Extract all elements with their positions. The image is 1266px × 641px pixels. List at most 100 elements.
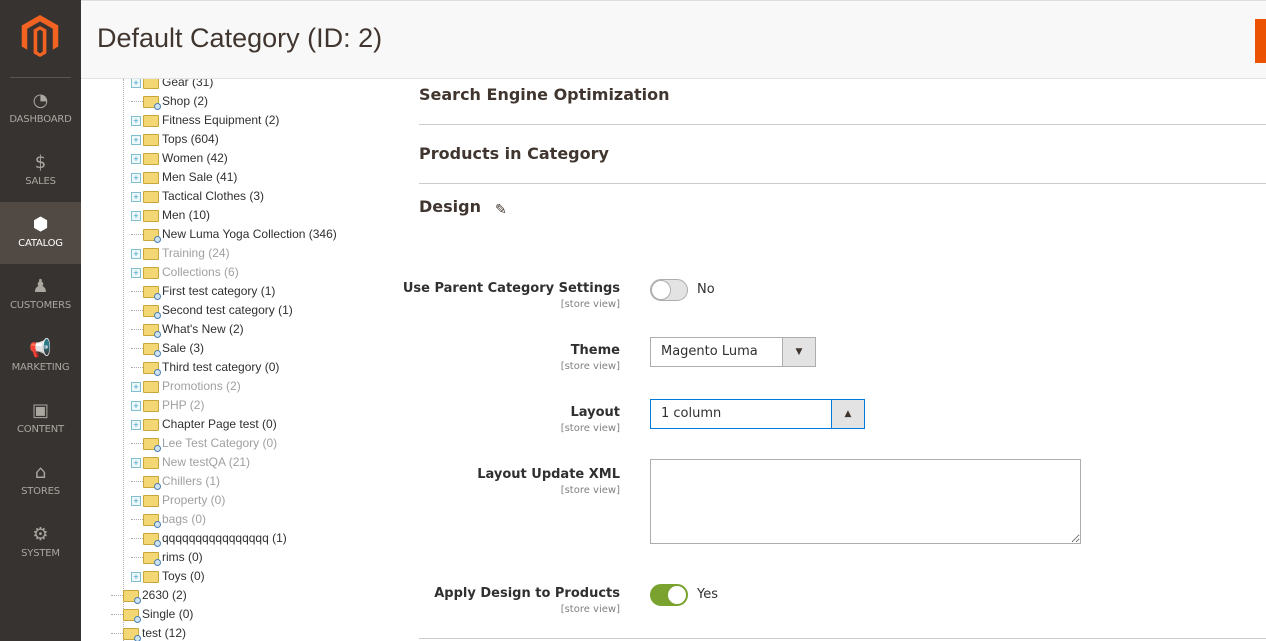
sidebar-item-dashboard[interactable]: ◔ DASHBOARD xyxy=(0,78,81,140)
sidebar-item-system[interactable]: ⚙ SYSTEM xyxy=(0,512,81,574)
tree-item[interactable]: + Fitness Equipment (2) xyxy=(131,111,279,130)
sidebar-item-sales[interactable]: $ SALES xyxy=(0,140,81,202)
magento-logo[interactable] xyxy=(20,15,60,57)
save-button[interactable] xyxy=(1255,19,1266,63)
expand-icon[interactable]: + xyxy=(131,191,141,202)
select-value: 1 column xyxy=(661,406,722,421)
folder-icon xyxy=(143,114,159,127)
divider xyxy=(419,638,1266,639)
select-value: Magento Luma xyxy=(661,344,758,359)
tree-item[interactable]: + Promotions (2) xyxy=(131,377,241,396)
section-design[interactable]: Design xyxy=(419,197,481,216)
tree-item[interactable]: + Collections (6) xyxy=(131,263,239,282)
field-scope: [store view] xyxy=(560,423,620,434)
tree-item[interactable]: 2630 (2) xyxy=(111,586,187,605)
folder-icon xyxy=(143,551,161,566)
field-scope: [store view] xyxy=(560,604,620,615)
tree-item[interactable]: New Luma Yoga Collection (346) xyxy=(131,225,337,244)
tree-item-label: Training (24) xyxy=(162,246,230,260)
folder-icon xyxy=(143,342,161,357)
layout-icon: ▣ xyxy=(31,400,49,421)
field-label: Layout Update XML xyxy=(477,467,620,482)
tree-item[interactable]: Chillers (1) xyxy=(131,472,220,491)
tree-item[interactable]: + Women (42) xyxy=(131,149,228,168)
sidebar-item-customers[interactable]: ♟ CUSTOMERS xyxy=(0,264,81,326)
tree-item[interactable]: + Toys (0) xyxy=(131,567,205,586)
tree-item[interactable]: + Property (0) xyxy=(131,491,225,510)
tree-item[interactable]: rims (0) xyxy=(131,548,203,567)
expand-icon[interactable]: + xyxy=(131,210,141,221)
tree-item[interactable]: + Men Sale (41) xyxy=(131,168,237,187)
layout-xml-textarea[interactable] xyxy=(650,459,1081,544)
page-header: Default Category (ID: 2) xyxy=(81,0,1266,79)
sidebar-item-marketing[interactable]: 📢 MARKETING xyxy=(0,326,81,388)
expand-icon[interactable]: + xyxy=(131,571,141,582)
tree-connector xyxy=(131,538,143,539)
field-label: Theme xyxy=(570,343,620,358)
tree-connector xyxy=(111,614,123,615)
expand-icon[interactable]: + xyxy=(131,419,141,430)
tree-item[interactable]: Lee Test Category (0) xyxy=(131,434,277,453)
tree-item[interactable]: + Chapter Page test (0) xyxy=(131,415,277,434)
expand-icon[interactable]: + xyxy=(131,267,141,278)
expand-icon[interactable]: + xyxy=(131,134,141,145)
section-products[interactable]: Products in Category xyxy=(419,125,1266,184)
folder-icon xyxy=(143,361,161,376)
tree-item-label: Men (10) xyxy=(162,208,211,222)
tree-item[interactable]: First test category (1) xyxy=(131,282,275,301)
use-parent-toggle[interactable] xyxy=(650,279,688,301)
tree-item[interactable]: + Men (10) xyxy=(131,206,210,225)
expand-icon[interactable]: + xyxy=(131,248,141,259)
tree-item[interactable]: Second test category (1) xyxy=(131,301,293,320)
tree-item[interactable]: Third test category (0) xyxy=(131,358,279,377)
expand-icon[interactable]: + xyxy=(131,153,141,164)
expand-icon[interactable]: + xyxy=(131,381,141,392)
tree-item-label: test (12) xyxy=(142,626,187,640)
folder-icon xyxy=(143,171,159,184)
layout-select[interactable]: 1 column ▲ xyxy=(650,399,865,429)
sidebar-item-label: CUSTOMERS xyxy=(9,300,72,311)
tree-item-label: Second test category (1) xyxy=(162,303,293,317)
expand-icon[interactable]: + xyxy=(131,495,141,506)
tree-item[interactable]: bags (0) xyxy=(131,510,206,529)
tree-item[interactable]: + New testQA (21) xyxy=(131,453,250,472)
tree-item[interactable]: Sale (3) xyxy=(131,339,204,358)
dashboard-icon: ◔ xyxy=(32,90,49,111)
tree-item[interactable]: Single (0) xyxy=(111,605,193,624)
toggle-value: Yes xyxy=(697,587,718,602)
tree-item[interactable]: + Training (24) xyxy=(131,244,230,263)
tree-item[interactable]: test (12) xyxy=(111,624,186,641)
tree-item-label: Women (42) xyxy=(162,151,228,165)
tree-item[interactable]: + PHP (2) xyxy=(131,396,204,415)
theme-select[interactable]: Magento Luma ▼ xyxy=(650,337,816,367)
tree-item[interactable]: + Tops (604) xyxy=(131,130,219,149)
expand-icon[interactable]: + xyxy=(131,457,141,468)
expand-icon[interactable]: + xyxy=(131,172,141,183)
tree-item[interactable]: + Gear (31) xyxy=(131,79,213,92)
expand-icon[interactable]: + xyxy=(131,115,141,126)
folder-icon xyxy=(143,228,161,243)
sidebar-item-stores[interactable]: ⌂ STORES xyxy=(0,450,81,512)
toggle-knob xyxy=(667,585,687,605)
tree-item-label: What's New (2) xyxy=(162,322,244,336)
admin-sidebar: ◔ DASHBOARD $ SALES ⬢ CATALOG ♟ CUSTOMERS 📢 MARKE… xyxy=(0,0,81,641)
expand-icon[interactable]: + xyxy=(131,400,141,411)
expand-icon[interactable]: + xyxy=(131,79,141,88)
tree-item[interactable]: What's New (2) xyxy=(131,320,244,339)
tree-connector xyxy=(111,595,123,596)
folder-icon xyxy=(143,152,159,165)
section-seo[interactable]: Search Engine Optimization xyxy=(419,79,1266,125)
apply-design-toggle[interactable] xyxy=(650,584,688,606)
field-label: Use Parent Category Settings xyxy=(402,281,620,296)
tree-connector xyxy=(131,101,143,102)
sidebar-item-content[interactable]: ▣ CONTENT xyxy=(0,388,81,450)
tree-item[interactable]: Shop (2) xyxy=(131,92,208,111)
tree-item-label: Fitness Equipment (2) xyxy=(162,113,280,127)
tree-item[interactable]: + Tactical Clothes (3) xyxy=(131,187,264,206)
toggle-value: No xyxy=(697,282,715,297)
tree-item[interactable]: qqqqqqqqqqqqqqqq (1) xyxy=(131,529,287,548)
store-icon: ⌂ xyxy=(34,462,47,483)
tree-item-label: Single (0) xyxy=(142,607,194,621)
sidebar-item-catalog[interactable]: ⬢ CATALOG xyxy=(0,202,81,264)
folder-icon xyxy=(143,304,161,319)
